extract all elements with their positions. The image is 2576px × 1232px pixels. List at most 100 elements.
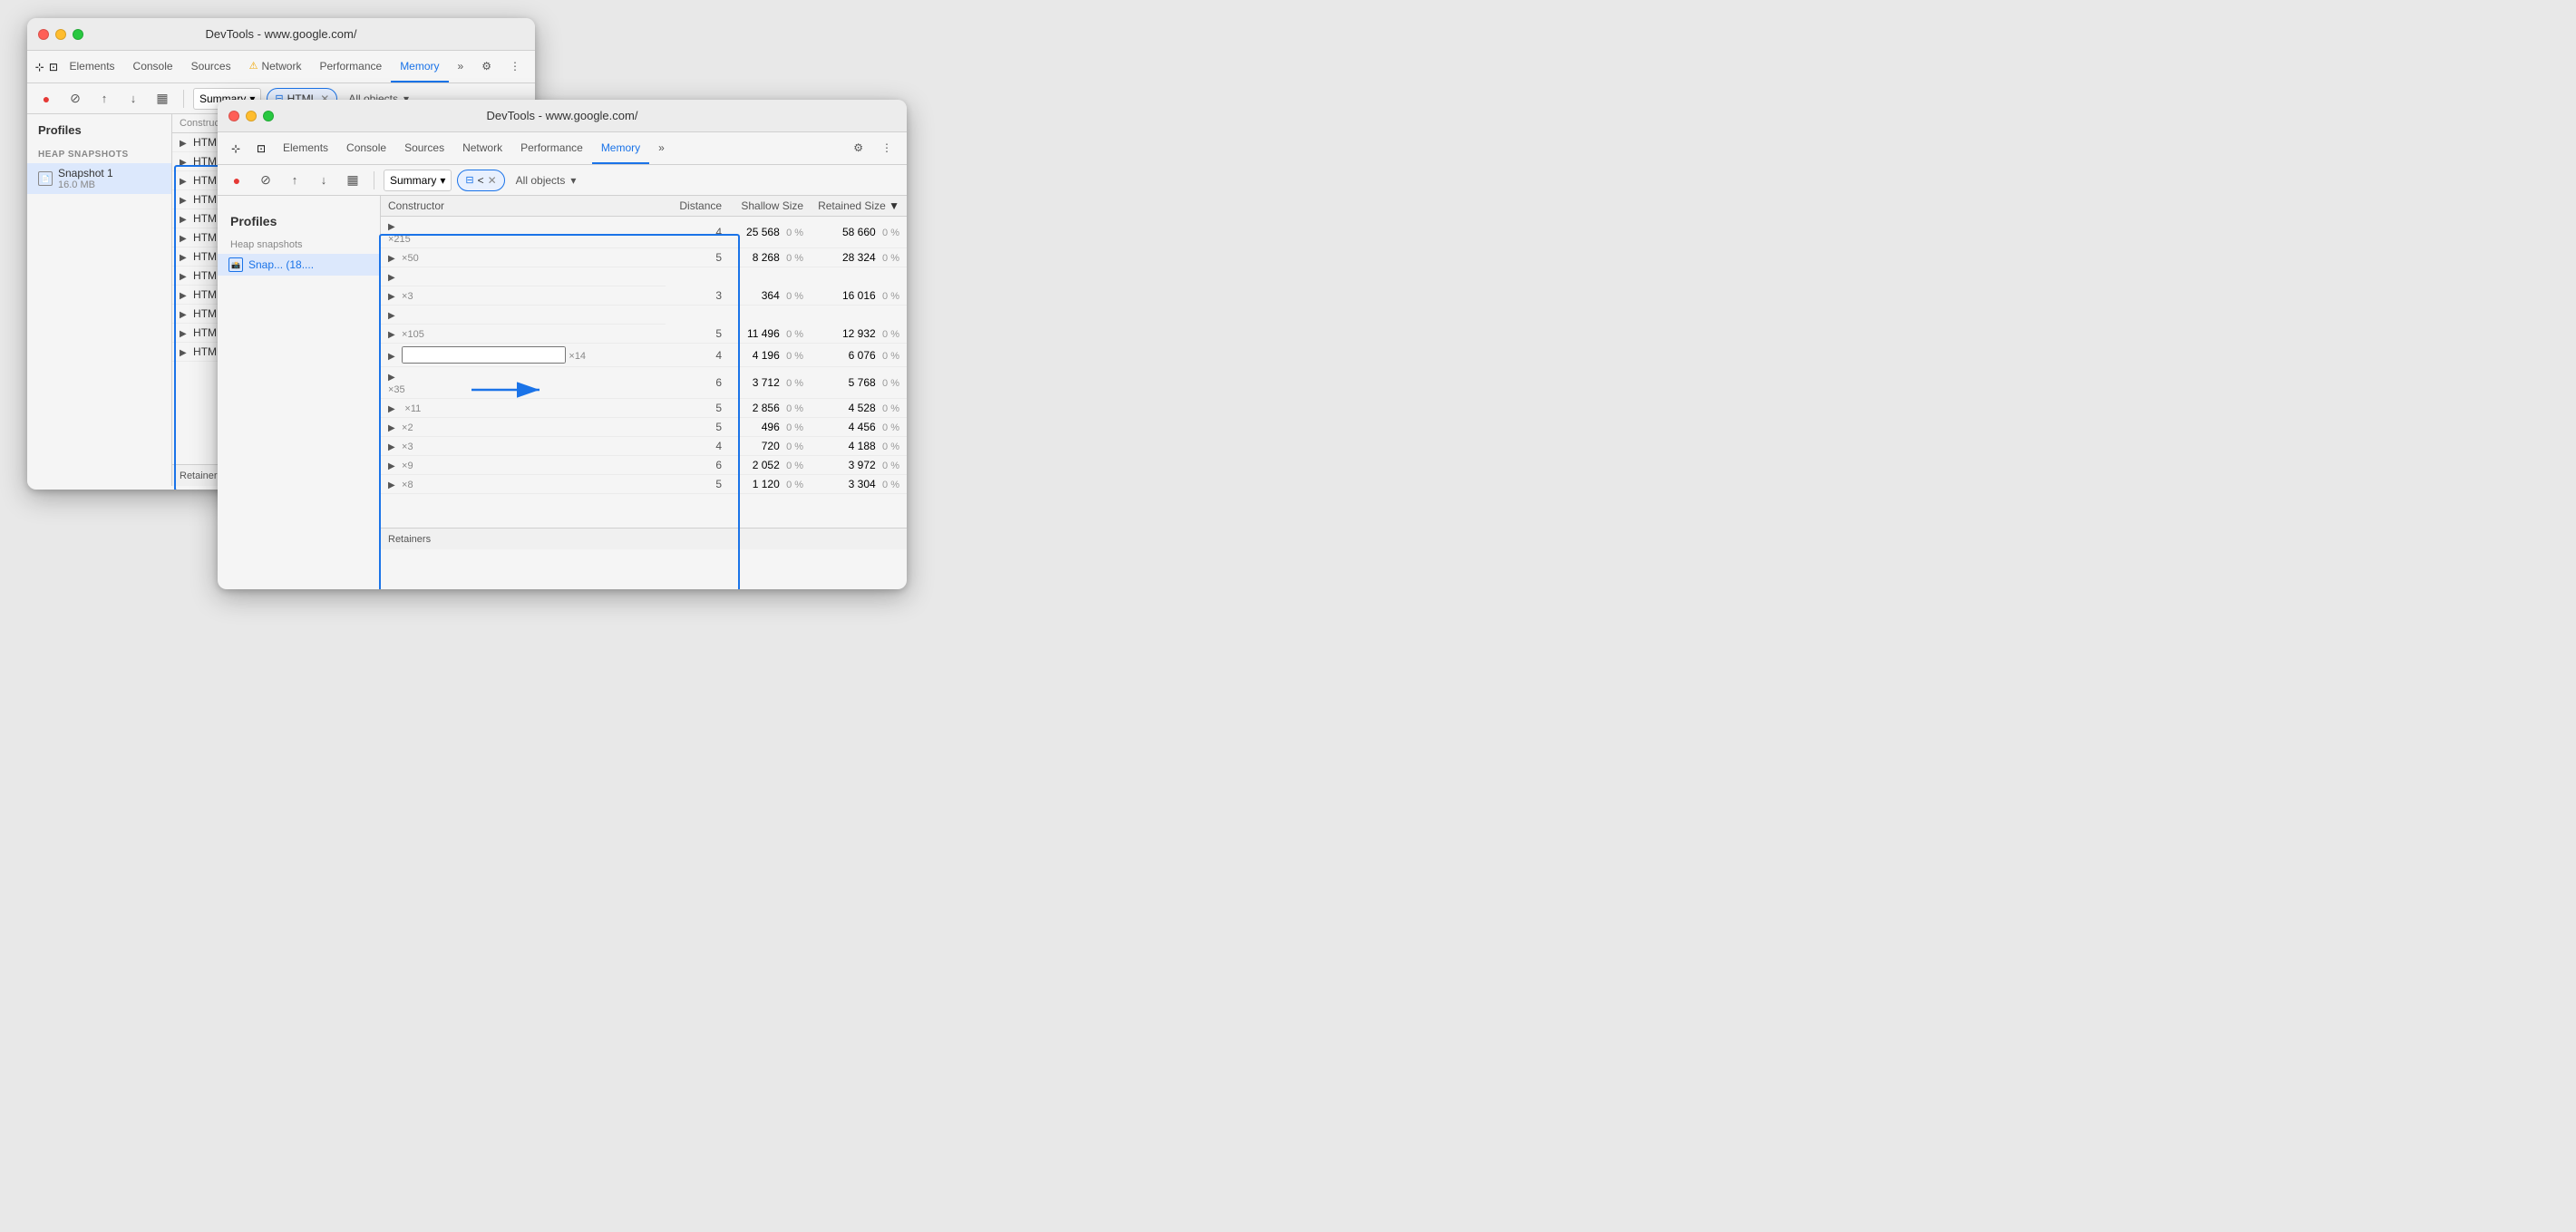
th-constructor: Constructor — [381, 196, 666, 217]
close-button-1[interactable] — [38, 29, 49, 40]
tab-network-2[interactable]: Network — [453, 132, 511, 164]
summary-icon-2[interactable]: ▦ — [341, 169, 365, 192]
tab-memory-2[interactable]: Memory — [592, 132, 649, 164]
snapshot-item-1[interactable]: 📄 Snapshot 1 16.0 MB — [27, 163, 171, 194]
minimize-button-1[interactable] — [55, 29, 66, 40]
row-distance: 4 — [666, 344, 729, 367]
expand-arrow: ▶ — [180, 310, 187, 320]
upload-icon-2[interactable]: ↑ — [283, 169, 306, 192]
row-count: ×11 — [404, 403, 421, 414]
snapshot-size-1: 16.0 MB — [58, 179, 160, 190]
retainers-bar-2: Retainers — [381, 528, 907, 549]
th-shallow-size[interactable]: Shallow Size — [729, 196, 811, 217]
tab-performance-1[interactable]: Performance — [310, 51, 391, 82]
row-distance: 5 — [666, 325, 729, 344]
inspect-icon[interactable]: ⊡ — [46, 51, 60, 82]
table-row[interactable]: ▶ ×14 4 4 196 0 % 6 076 0 % — [381, 344, 907, 367]
gear-icon-1[interactable]: ⚙ — [472, 51, 501, 82]
table-row[interactable]: ▶ ×105 5 11 496 0 % 12 932 0 % — [381, 325, 907, 344]
table-row[interactable]: ▶ ×8 5 1 120 0 % 3 304 0 % — [381, 475, 907, 494]
table-row[interactable]: ▶ ×35 6 3 712 0 % 5 768 0 % — [381, 367, 907, 399]
snapshot-info-2: Snap... (18.... — [248, 258, 369, 271]
tab-elements-1[interactable]: Elements — [61, 51, 124, 82]
row-shallow: 11 496 0 % — [729, 325, 811, 344]
more-icon-1[interactable]: ⋮ — [501, 51, 530, 82]
minimize-button-2[interactable] — [246, 111, 257, 121]
record-icon-1[interactable]: ● — [34, 87, 58, 111]
row-shallow: 496 0 % — [729, 418, 811, 437]
tab-elements-2[interactable]: Elements — [274, 132, 337, 164]
row-retained: 3 972 0 % — [811, 456, 907, 475]
table-row[interactable]: ▶ </span> <span class="count" data-name=… — [381, 306, 907, 325]
row-retained: 4 528 0 % — [811, 399, 907, 418]
row-distance: 5 — [666, 248, 729, 267]
table-row[interactable]: ▶ ×50 5 8 268 0 % 28 324 0 % — [381, 248, 907, 267]
record-icon-2[interactable]: ● — [225, 169, 248, 192]
tab-console-2[interactable]: Console — [337, 132, 395, 164]
tab-more-1[interactable]: » — [449, 51, 473, 82]
cursor-icon[interactable]: ⊹ — [33, 51, 46, 82]
clear-icon-1[interactable]: ⊘ — [63, 87, 87, 111]
table-row[interactable]: ▶ ×3 3 364 0 % 16 016 0 % — [381, 286, 907, 306]
table-row[interactable]: ▶ ×215 4 25 568 0 % 58 660 0 % — [381, 217, 907, 248]
row-shallow: 2 856 0 % — [729, 399, 811, 418]
download-icon-2[interactable]: ↓ — [312, 169, 335, 192]
row-shallow: 2 052 0 % — [729, 456, 811, 475]
tab-more-2[interactable]: » — [649, 132, 674, 164]
row-retained: 4 456 0 % — [811, 418, 907, 437]
expand-arrow: ▶ — [180, 348, 187, 358]
table-row[interactable]: ▶ ×11 5 2 856 0 % 4 528 0 % — [381, 399, 907, 418]
table-container-2[interactable]: Constructor Distance Shallow Size Retain… — [381, 196, 907, 528]
tab-network-1[interactable]: ⚠ Network — [240, 51, 311, 82]
more-icon-2[interactable]: ⋮ — [872, 132, 901, 164]
table-row[interactable]: ▶ </span> <span class="count" data-name=… — [381, 267, 907, 286]
tab-performance-2[interactable]: Performance — [511, 132, 592, 164]
tab-console-1[interactable]: Console — [124, 51, 182, 82]
table-row[interactable]: ▶ ×2 5 496 0 % 4 456 0 % — [381, 418, 907, 437]
expand-arrow: ▶ — [180, 196, 187, 206]
download-icon-1[interactable]: ↓ — [122, 87, 145, 111]
snapshot-icon-2: 📸 — [228, 257, 243, 272]
objects-arrow-2[interactable]: ▾ — [570, 174, 576, 187]
row-retained: 4 188 0 % — [811, 437, 907, 456]
tab-sources-2[interactable]: Sources — [395, 132, 453, 164]
window-title-2: DevTools - www.google.com/ — [487, 109, 638, 122]
row-retained: 12 932 0 % — [811, 325, 907, 344]
filter-clear-2[interactable]: ✕ — [488, 175, 497, 186]
row-distance: 5 — [666, 399, 729, 418]
objects-label-2: All objects — [516, 174, 566, 187]
maximize-button-2[interactable] — [263, 111, 274, 121]
sidebar-1: Profiles HEAP SNAPSHOTS 📄 Snapshot 1 16.… — [27, 114, 172, 486]
snapshot-item-2[interactable]: 📸 Snap... (18.... — [218, 254, 380, 276]
row-retained: 5 768 0 % — [811, 367, 907, 399]
clear-icon-2[interactable]: ⊘ — [254, 169, 277, 192]
expand-arrow: ▶ — [180, 234, 187, 244]
table-row[interactable]: ▶ ×3 4 720 0 % 4 188 0 % — [381, 437, 907, 456]
maximize-button-1[interactable] — [73, 29, 83, 40]
row-distance: 3 — [666, 286, 729, 306]
table-area-2: Constructor Distance Shallow Size Retain… — [381, 196, 907, 549]
upload-icon-1[interactable]: ↑ — [92, 87, 116, 111]
expand-arrow: ▶ — [388, 222, 395, 232]
row-shallow: 720 0 % — [729, 437, 811, 456]
close-button-2[interactable] — [228, 111, 239, 121]
tab-sources-1[interactable]: Sources — [182, 51, 240, 82]
tab-memory-1[interactable]: Memory — [391, 51, 448, 82]
inspect-icon-2[interactable]: ⊡ — [248, 132, 274, 164]
table-row[interactable]: ▶ ×9 6 2 052 0 % 3 972 0 % — [381, 456, 907, 475]
summary-dropdown-2[interactable]: Summary ▾ — [384, 170, 452, 191]
expand-arrow: ▶ — [180, 291, 187, 301]
window-title-1: DevTools - www.google.com/ — [206, 27, 357, 41]
th-distance[interactable]: Distance — [666, 196, 729, 217]
gear-icon-2[interactable]: ⚙ — [844, 132, 872, 164]
row-distance: 4 — [666, 217, 729, 248]
row-count: ×9 — [402, 461, 413, 471]
cursor-icon-2[interactable]: ⊹ — [223, 132, 248, 164]
row-retained: 16 016 0 % — [811, 286, 907, 306]
th-retained-size[interactable]: Retained Size ▼ — [811, 196, 907, 217]
filter-container-2[interactable]: ⊟ < ✕ — [457, 170, 504, 191]
expand-arrow: ▶ — [388, 404, 395, 414]
titlebar-1: DevTools - www.google.com/ — [27, 18, 535, 51]
summary-icon-1[interactable]: ▦ — [151, 87, 174, 111]
row-shallow: 364 0 % — [729, 286, 811, 306]
